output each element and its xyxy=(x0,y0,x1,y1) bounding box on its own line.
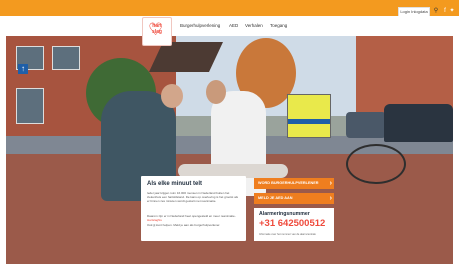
helper-head xyxy=(161,84,183,108)
alarm-label: Alarmeringsnummer xyxy=(259,211,310,217)
chevron-right-icon: › xyxy=(329,195,332,202)
nav-item-verhalen[interactable]: Verhalen xyxy=(245,23,263,28)
chevron-right-icon: › xyxy=(329,180,332,187)
rescuer-head xyxy=(206,80,226,104)
nav-item-toegang[interactable]: Toegang xyxy=(270,23,287,28)
alarm-number-box: Alarmeringsnummer +31 642500512 Informat… xyxy=(254,208,334,241)
bicycle xyxy=(346,144,406,184)
alarm-number[interactable]: +31 642500512 xyxy=(259,218,325,229)
alarm-note: Informatie over het nummer van de alarmc… xyxy=(259,233,316,236)
hartslagnu-link[interactable]: HartslagNu xyxy=(147,218,162,222)
nav-item-aed[interactable]: AED xyxy=(229,23,238,28)
road-sign-icon: ↑ xyxy=(18,64,28,74)
word-burgerhulpverlener-button[interactable]: WORD BURGERHULPVERLENER › xyxy=(254,178,334,189)
logo-text-line2: slag xyxy=(151,29,162,35)
ambulance xyxy=(287,94,331,138)
top-bar xyxy=(0,0,459,16)
info-card: Als elke minuut telt Ieder jaar krijgen … xyxy=(141,176,246,241)
card-text-3: Ook jij kunt helpen. Meld je aan als bur… xyxy=(147,223,221,227)
meld-aed-button[interactable]: MELD JE AED AAN › xyxy=(254,193,334,204)
search-icon[interactable]: ⚲ xyxy=(432,7,440,15)
parked-car-dark xyxy=(384,104,453,142)
hartslag-logo[interactable]: ♡ hart slag xyxy=(142,17,172,46)
twitter-icon[interactable]: ✦ xyxy=(448,7,456,15)
card-text: Ieder jaar krijgen ruim 16.000 mensen in… xyxy=(147,191,239,203)
card-text-2: Daarom zijn er in Nederland heel openges… xyxy=(147,214,236,222)
nav-item-burgerhulpverlening[interactable]: Burgerhulpverlening xyxy=(180,23,220,28)
card-title: Als elke minuut telt xyxy=(147,181,203,187)
parked-car xyxy=(346,112,386,138)
